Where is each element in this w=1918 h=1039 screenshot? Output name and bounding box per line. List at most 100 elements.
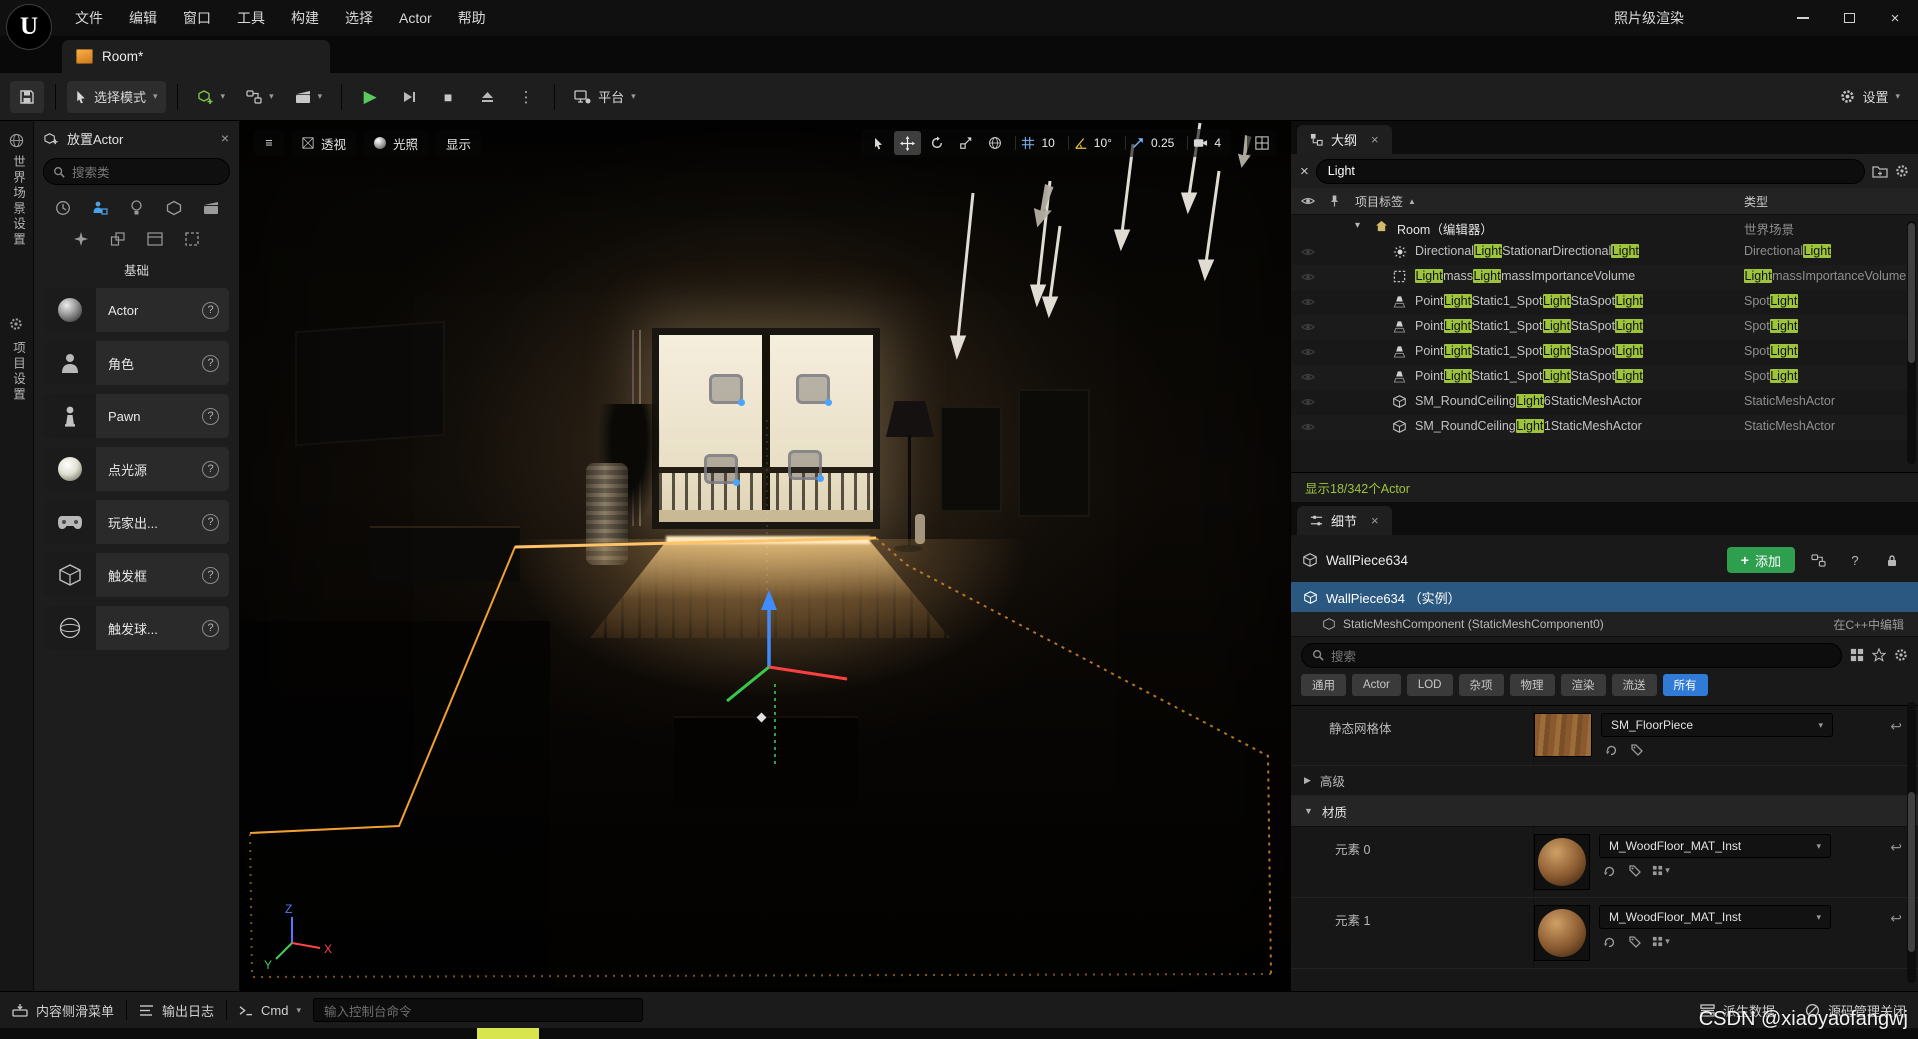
help-badge[interactable]: ?	[202, 408, 219, 425]
stop-button[interactable]: ■	[431, 81, 465, 113]
use-selected-icon[interactable]	[1599, 862, 1619, 879]
eye-icon[interactable]	[1301, 270, 1315, 284]
filter-chip-杂项[interactable]: 杂项	[1459, 674, 1504, 696]
close-button[interactable]: ×	[1872, 0, 1918, 36]
show-dropdown[interactable]: 显示	[436, 130, 481, 156]
reset-icon[interactable]: ↩	[1890, 718, 1902, 735]
sidebar-tab-world-settings[interactable]: 世界场景设置	[9, 155, 28, 248]
filter-chip-Actor[interactable]: Actor	[1352, 674, 1401, 696]
eject-button[interactable]	[470, 81, 504, 113]
eye-icon[interactable]	[1301, 345, 1315, 359]
eye-icon[interactable]	[1301, 295, 1315, 309]
help-badge[interactable]: ?	[202, 514, 219, 531]
filter-chip-流送[interactable]: 流送	[1612, 674, 1657, 696]
create-folder-icon[interactable]	[1872, 165, 1888, 178]
category-shapes-icon[interactable]	[163, 197, 185, 219]
clear-search-icon[interactable]: ×	[1300, 163, 1309, 180]
place-item-Pawn[interactable]: Pawn?	[44, 394, 229, 438]
help-badge[interactable]: ?	[202, 461, 219, 478]
outliner-root-row[interactable]: ▾ Room（编辑器） 世界场景	[1291, 215, 1918, 240]
details-search-input[interactable]: 搜索	[1301, 643, 1842, 668]
add-component-button[interactable]: + 添加	[1727, 547, 1795, 573]
outliner-row[interactable]: PointLightStatic1_SpotLightStaSpotLightS…	[1291, 365, 1918, 390]
category-visual-effects-icon[interactable]	[70, 228, 92, 250]
material-dropdown[interactable]: M_WoodFloor_MAT_Inst▾	[1599, 905, 1831, 929]
minimize-button[interactable]	[1780, 0, 1826, 36]
place-item-点光源[interactable]: 点光源?	[44, 447, 229, 491]
filter-chip-LOD[interactable]: LOD	[1407, 674, 1453, 696]
column-item-label[interactable]: 项目标签▲	[1355, 193, 1416, 210]
outliner-row[interactable]: LightmassLightmassImportanceVolumeLightm…	[1291, 265, 1918, 290]
help-button[interactable]: ?	[1841, 548, 1869, 572]
move-tool-button[interactable]	[894, 131, 921, 155]
platform-dropdown[interactable]: 平台 ▾	[566, 81, 644, 113]
material-options-icon[interactable]: ▾	[1651, 862, 1671, 879]
tab-details[interactable]: 细节 ×	[1297, 506, 1392, 535]
select-mode-dropdown[interactable]: 选择模式 ▾	[67, 81, 166, 113]
level-viewport[interactable]: Z X Y ≡ 透视 光照	[240, 121, 1290, 991]
output-log-button[interactable]: 输出日志	[139, 1001, 214, 1020]
place-item-触发球...[interactable]: 触发球...?	[44, 606, 229, 650]
outliner-search-input[interactable]: Light	[1316, 159, 1865, 184]
material-thumbnail[interactable]	[1534, 905, 1590, 961]
advanced-section[interactable]: ▶ 高级	[1291, 766, 1918, 796]
reset-icon[interactable]: ↩	[1890, 910, 1902, 927]
static-mesh-thumbnail[interactable]	[1534, 713, 1592, 757]
selected-instance-row[interactable]: WallPiece634 （实例）	[1291, 582, 1918, 612]
menu-item-文件[interactable]: 文件	[62, 0, 116, 36]
menu-item-构建[interactable]: 构建	[278, 0, 332, 36]
help-badge[interactable]: ?	[202, 567, 219, 584]
world-local-toggle[interactable]	[981, 131, 1008, 155]
convert-blueprint-button[interactable]	[1804, 548, 1832, 572]
help-badge[interactable]: ?	[202, 355, 219, 372]
category-recently-placed-icon[interactable]	[52, 197, 74, 219]
place-item-Actor[interactable]: Actor?	[44, 288, 229, 332]
details-scrollbar[interactable]	[1907, 702, 1916, 983]
use-selected-icon[interactable]	[1601, 741, 1621, 758]
add-actor-dropdown[interactable]: ▾	[189, 81, 234, 113]
material-dropdown[interactable]: M_WoodFloor_MAT_Inst▾	[1599, 834, 1831, 858]
eye-icon[interactable]	[1301, 245, 1315, 259]
component-row[interactable]: StaticMeshComponent (StaticMeshComponent…	[1291, 612, 1918, 637]
filter-chip-渲染[interactable]: 渲染	[1561, 674, 1606, 696]
console-input[interactable]: 输入控制台命令	[313, 998, 643, 1022]
category-basic-icon[interactable]	[89, 197, 111, 219]
level-tab-room[interactable]: Room*	[62, 40, 330, 73]
maximize-button[interactable]	[1826, 0, 1872, 36]
select-tool-button[interactable]	[865, 131, 892, 155]
filter-chip-物理[interactable]: 物理	[1510, 674, 1555, 696]
category-panels-icon[interactable]	[144, 228, 166, 250]
outliner-row[interactable]: PointLightStatic1_SpotLightStaSpotLightS…	[1291, 340, 1918, 365]
settings-dropdown[interactable]: 设置 ▾	[1832, 81, 1908, 113]
photoreal-render-label[interactable]: 照片级渲染	[1614, 0, 1684, 36]
save-button[interactable]	[10, 81, 44, 113]
edit-in-cpp-link[interactable]: 在C++中编辑	[1833, 616, 1904, 633]
eye-icon[interactable]	[1301, 194, 1315, 208]
place-item-玩家出...[interactable]: 玩家出...?	[44, 500, 229, 544]
place-item-触发框[interactable]: 触发框?	[44, 553, 229, 597]
reset-icon[interactable]: ↩	[1890, 839, 1902, 856]
filter-chip-所有[interactable]: 所有	[1663, 674, 1708, 696]
category-geometry-icon[interactable]	[107, 228, 129, 250]
details-settings-gear-icon[interactable]	[1894, 648, 1908, 662]
display-options-icon[interactable]	[1850, 648, 1864, 662]
sidebar-tab-project-settings[interactable]: 项目设置	[9, 341, 28, 403]
eye-icon[interactable]	[1301, 395, 1315, 409]
menu-item-帮助[interactable]: 帮助	[445, 0, 499, 36]
cmd-dropdown[interactable]: Cmd ▾	[239, 1003, 301, 1018]
filter-chip-通用[interactable]: 通用	[1301, 674, 1346, 696]
eye-icon[interactable]	[1301, 420, 1315, 434]
chevron-down-icon[interactable]: ▾	[1355, 220, 1360, 231]
viewport-layout-button[interactable]	[1247, 130, 1276, 156]
outliner-row[interactable]: DirectionalLightStationarDirectionalLigh…	[1291, 240, 1918, 265]
place-item-角色[interactable]: 角色?	[44, 341, 229, 385]
close-icon[interactable]: ×	[1371, 132, 1379, 147]
eye-icon[interactable]	[1301, 320, 1315, 334]
camera-speed-group[interactable]: 4	[1187, 136, 1227, 150]
materials-section-header[interactable]: ▼ 材质	[1291, 796, 1918, 827]
lock-icon[interactable]	[1878, 548, 1906, 572]
rotate-tool-button[interactable]	[923, 131, 950, 155]
view-mode-dropdown[interactable]: 光照	[364, 130, 428, 156]
pin-icon[interactable]	[1329, 194, 1340, 208]
perspective-dropdown[interactable]: 透视	[292, 130, 356, 156]
